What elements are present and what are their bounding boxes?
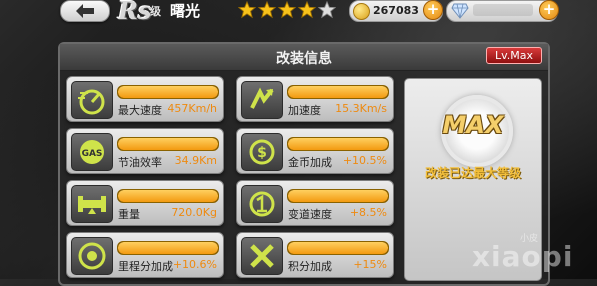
max-badge: MAX: [442, 111, 504, 139]
star-filled-icon: [298, 1, 316, 19]
stat-card-max-speed: 最大速度 457Km/h: [66, 76, 224, 122]
star-empty-icon: [318, 1, 336, 19]
stat-bar: [117, 189, 219, 203]
add-coins-button[interactable]: +: [423, 0, 443, 20]
stat-card-acceleration: 加速度 15.3Km/s: [236, 76, 394, 122]
stat-bar-fill: [288, 190, 388, 202]
max-level-note: 改装已达最大等级: [424, 166, 521, 180]
coin-value: 267083: [373, 4, 419, 17]
gas-icon: GAS: [71, 133, 113, 171]
rank-suffix: 级: [150, 5, 161, 18]
mileage-icon: [71, 237, 113, 275]
stat-card-lane-change: 变道速度 +8.5%: [236, 180, 394, 226]
stat-card-mileage-bonus: 里程分加成 +10.6%: [66, 232, 224, 278]
coin-bonus-icon: $: [241, 133, 283, 171]
stat-value: 15.3Km/s: [335, 102, 387, 115]
stat-label: 里程分加成: [118, 260, 173, 273]
diamond-icon: [451, 3, 469, 19]
rank-badge: Rs: [118, 0, 152, 25]
stat-bar: [117, 241, 219, 255]
stat-label: 节油效率: [118, 156, 162, 169]
acceleration-icon: [241, 81, 283, 119]
stat-label: 最大速度: [118, 104, 162, 117]
svg-text:$: $: [257, 145, 267, 161]
stat-card-coin-bonus: $ 金币加成 +10.5%: [236, 128, 394, 174]
stat-label: 积分加成: [288, 260, 332, 273]
add-gems-button[interactable]: +: [539, 0, 559, 20]
stat-card-fuel-efficiency: GAS 节油效率 34.9Km: [66, 128, 224, 174]
panel-header: 改装信息 Lv.Max: [60, 44, 548, 71]
stat-bar-fill: [288, 138, 388, 150]
score-icon: [241, 237, 283, 275]
stat-bar: [287, 137, 389, 151]
back-arrow-icon: [76, 4, 94, 18]
speedometer-icon: [71, 81, 113, 119]
stat-value: +8.5%: [349, 206, 387, 219]
stat-value: 34.9Km: [174, 154, 217, 167]
panel-title: 改装信息: [276, 51, 332, 67]
stat-value: 457Km/h: [167, 102, 217, 115]
level-badge: Lv.Max: [485, 47, 542, 64]
stat-value: +10.6%: [172, 258, 217, 271]
stat-value: 720.0Kg: [171, 206, 217, 219]
stat-bar-fill: [118, 242, 218, 254]
stat-card-score-bonus: 积分加成 +15%: [236, 232, 394, 278]
stat-bar-fill: [118, 138, 218, 150]
stat-bar: [117, 85, 219, 99]
svg-text:GAS: GAS: [82, 149, 103, 159]
stat-bar: [117, 137, 219, 151]
stat-value: +10.5%: [342, 154, 387, 167]
car-name: 曙光: [170, 2, 201, 20]
stat-card-weight: 重量 720.0Kg: [66, 180, 224, 226]
watermark: xiaopi: [472, 240, 574, 273]
stat-bar-fill: [288, 86, 388, 98]
stat-bar-fill: [118, 86, 218, 98]
stat-label: 金币加成: [288, 156, 332, 169]
stat-bar: [287, 189, 389, 203]
stat-bar: [287, 241, 389, 255]
stat-label: 加速度: [288, 104, 321, 117]
weight-icon: [71, 185, 113, 223]
back-button[interactable]: [60, 0, 110, 22]
shift-speed-icon: [241, 185, 283, 223]
stat-bar-fill: [118, 190, 218, 202]
stat-bar-fill: [288, 242, 388, 254]
stat-bar: [287, 85, 389, 99]
top-bar: Rs 级 曙光 267083 + +: [0, 0, 597, 30]
star-rating: [238, 1, 336, 19]
gem-value: [473, 4, 533, 16]
star-filled-icon: [278, 1, 296, 19]
star-filled-icon: [258, 1, 276, 19]
coin-icon: [353, 3, 370, 20]
star-filled-icon: [238, 1, 256, 19]
stat-label: 重量: [118, 208, 140, 221]
stat-label: 变道速度: [288, 208, 332, 221]
stat-value: +15%: [353, 258, 387, 271]
